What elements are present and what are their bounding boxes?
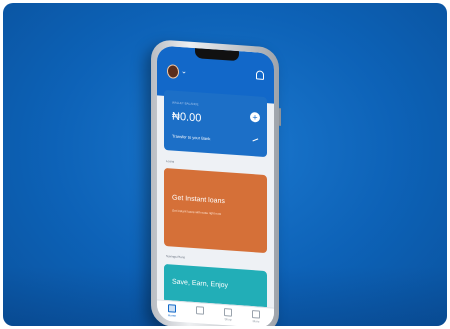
balance-card: WALLET BALANCE ₦0.00 + Transfer to your … [164, 89, 267, 158]
phone-side-button [279, 107, 281, 127]
savings-section-label: Savings Plans [166, 254, 186, 260]
balance-amount: ₦0.00 [172, 110, 202, 125]
tab-card-label [189, 315, 211, 317]
phone-mockup: ⌄ WALLET BALANCE ₦0.00 + Transfer to you… [151, 39, 281, 326]
tab-more-label: More [252, 319, 260, 324]
balance-caption: WALLET BALANCE [172, 100, 199, 107]
loans-section-label: Loans [166, 159, 175, 164]
avatar[interactable] [167, 64, 179, 79]
phone-screen: ⌄ WALLET BALANCE ₦0.00 + Transfer to you… [157, 45, 274, 326]
tab-card[interactable] [189, 306, 211, 317]
loans-card-subtitle: Get instant loans with ease right now [172, 208, 222, 216]
send-icon[interactable] [252, 138, 260, 145]
phone-notch [195, 48, 239, 62]
bell-icon[interactable] [256, 70, 264, 80]
tab-shop[interactable]: Shop [217, 308, 239, 323]
tab-shop-label: Shop [224, 317, 232, 322]
photo-background: ⌄ WALLET BALANCE ₦0.00 + Transfer to you… [3, 3, 447, 326]
transfer-to-bank-link[interactable]: Transfer to your Bank [172, 133, 210, 141]
shop-icon [224, 308, 232, 317]
home-icon [168, 304, 176, 313]
tab-home[interactable]: Home [161, 304, 183, 319]
savings-card-title: Save, Earn, Enjoy [172, 278, 229, 290]
tab-more[interactable]: More [245, 310, 267, 325]
plus-icon[interactable]: + [250, 111, 260, 123]
grid-icon [252, 310, 260, 319]
chevron-down-icon[interactable]: ⌄ [181, 67, 187, 75]
loans-card-title: Get Instant loans [172, 194, 225, 206]
loans-card[interactable]: Get Instant loans Get instant loans with… [164, 167, 267, 254]
tab-home-label: Home [167, 313, 176, 318]
card-icon [196, 306, 204, 315]
